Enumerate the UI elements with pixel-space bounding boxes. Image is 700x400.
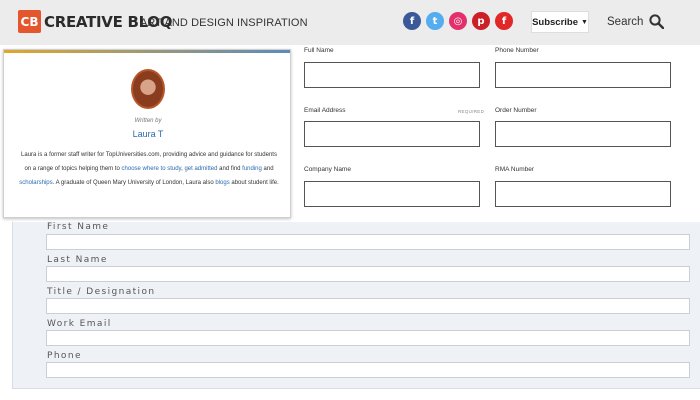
pinterest-icon[interactable]: p: [472, 12, 490, 30]
last-name-input[interactable]: [46, 266, 690, 282]
rma-number-label: RMA Number: [495, 166, 535, 173]
caret-down-icon: ▼: [581, 18, 588, 26]
phone-number-input[interactable]: [495, 62, 671, 88]
search-label: Search: [607, 15, 644, 28]
site-tagline: ART AND DESIGN INSPIRATION: [140, 17, 308, 29]
blogs-link[interactable]: blogs: [215, 180, 229, 186]
company-name-input[interactable]: [304, 181, 480, 207]
required-indicator: REQUIRED: [458, 109, 485, 114]
title-designation-label: Title / Designation: [47, 287, 156, 297]
work-email-label: Work Email: [47, 319, 112, 329]
phone-number-label: Phone Number: [495, 47, 539, 54]
get-admitted-link[interactable]: get admitted: [184, 166, 217, 172]
flipboard-icon[interactable]: f: [495, 12, 513, 30]
rma-number-input[interactable]: [495, 181, 671, 207]
bio-text: about student life.: [229, 180, 279, 186]
bio-text: and: [261, 166, 274, 172]
phone-input[interactable]: [46, 362, 690, 378]
first-name-input[interactable]: [46, 234, 690, 250]
order-number-label: Order Number: [495, 107, 537, 114]
written-by-label: Written by: [134, 118, 162, 124]
work-email-input[interactable]: [46, 330, 690, 346]
instagram-icon[interactable]: ◎: [449, 12, 467, 30]
subscribe-button[interactable]: Subscribe ▼: [531, 11, 589, 33]
funding-link[interactable]: funding: [242, 166, 262, 172]
scholarships-link[interactable]: scholarships: [19, 180, 52, 186]
search-icon: [649, 14, 665, 29]
author-card: Written by Laura T Laura is a former sta…: [3, 49, 291, 218]
bio-text: and find: [217, 166, 243, 172]
order-number-input[interactable]: [495, 121, 671, 147]
social-links: f t ◎ p f: [403, 12, 513, 30]
phone-label: Phone: [47, 351, 82, 361]
author-name-link[interactable]: Laura T: [4, 129, 292, 139]
full-name-label: Full Name: [304, 47, 334, 54]
email-address-input[interactable]: [304, 121, 480, 147]
search-button[interactable]: Search: [607, 14, 665, 29]
email-address-label: Email Address: [304, 107, 346, 114]
site-header: CB CREATIVE BLOQ ART AND DESIGN INSPIRAT…: [0, 0, 700, 45]
first-name-label: First Name: [47, 222, 110, 232]
subscribe-label: Subscribe: [532, 16, 578, 28]
twitter-icon[interactable]: t: [426, 12, 444, 30]
author-bio: Laura is a former staff writer for TopUn…: [18, 148, 280, 190]
logo-mark: CB: [18, 10, 41, 33]
title-designation-input[interactable]: [46, 298, 690, 314]
author-avatar: [131, 69, 165, 109]
facebook-icon[interactable]: f: [403, 12, 421, 30]
company-name-label: Company Name: [304, 166, 351, 173]
author-card-accent: [4, 50, 290, 53]
choose-where-to-study-link[interactable]: choose where to study: [122, 166, 182, 172]
full-name-input[interactable]: [304, 62, 480, 88]
bio-text: . A graduate of Queen Mary University of…: [52, 180, 216, 186]
last-name-label: Last Name: [47, 255, 108, 265]
